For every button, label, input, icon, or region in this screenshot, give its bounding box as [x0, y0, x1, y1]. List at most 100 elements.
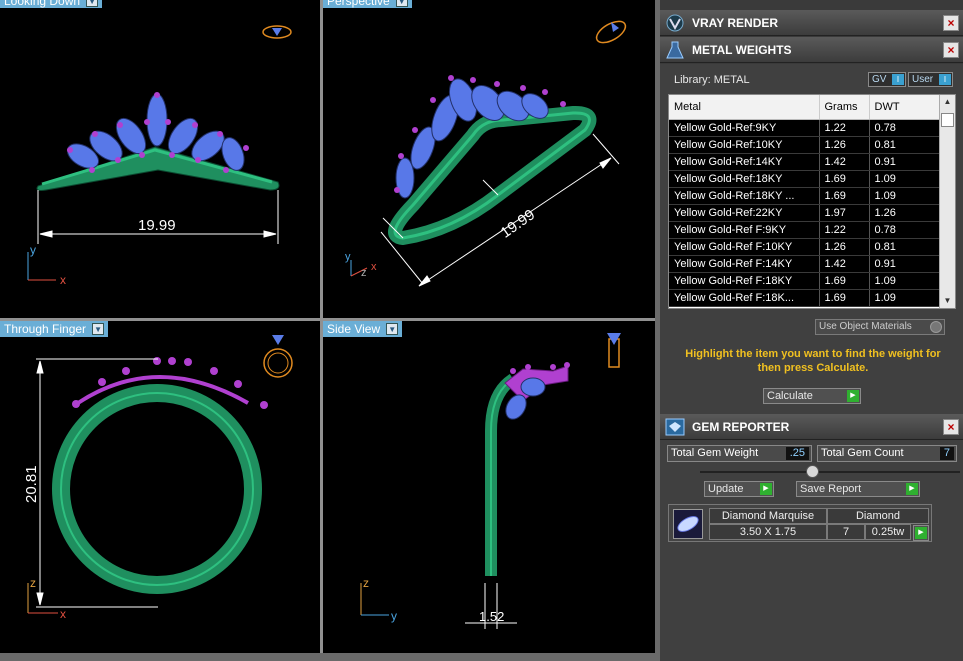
ring-orientation-icon: [595, 20, 627, 44]
axis-label-x: x: [60, 607, 66, 621]
gem-reporter-header[interactable]: GEM REPORTER ×: [660, 414, 963, 440]
ring-perspective-view: 19.99 y z x: [345, 20, 627, 287]
chevron-down-icon[interactable]: ▼: [86, 0, 99, 7]
grams-cell: 1.69: [819, 170, 870, 188]
axis-label-z: z: [361, 267, 367, 279]
metal-name-cell: Yellow Gold-Ref:18KY ...: [669, 187, 820, 205]
table-row[interactable]: Yellow Gold-Ref:22KY 1.97 1.26: [669, 204, 942, 222]
dwt-cell: 0.81: [869, 136, 942, 154]
scroll-up-icon[interactable]: ▲: [940, 95, 955, 109]
grams-cell: 1.26: [819, 136, 870, 154]
green-arrow-icon: ▶: [915, 527, 927, 539]
table-row[interactable]: Yellow Gold-Ref F:10KY 1.26 0.81: [669, 238, 942, 256]
gem-count-label: 7: [827, 524, 865, 540]
radio-icon: [930, 321, 942, 333]
gem-detail-button[interactable]: ▶: [913, 525, 929, 541]
scroll-down-icon[interactable]: ▼: [940, 294, 955, 308]
vray-logo-icon: [666, 14, 684, 32]
metal-name-cell: Yellow Gold-Ref F:10KY: [669, 238, 820, 256]
table-row[interactable]: Yellow Gold-Ref F:14KY 1.42 0.91: [669, 255, 942, 273]
library-label: Library: METAL: [674, 74, 750, 86]
gem-list-item[interactable]: Diamond Marquise Diamond 3.50 X 1.75 7 0…: [668, 504, 932, 542]
grams-cell: 1.26: [819, 238, 870, 256]
viewport-label[interactable]: Perspective ▼: [323, 0, 412, 8]
use-object-materials-checkbox[interactable]: Use Object Materials: [815, 319, 945, 335]
viewport-label[interactable]: Side View ▼: [323, 321, 403, 337]
dimension-width: 19.99: [498, 206, 539, 241]
table-row[interactable]: Yellow Gold-Ref F:18KY 1.69 1.09: [669, 272, 942, 290]
table-scrollbar[interactable]: ▲ ▼: [939, 95, 955, 308]
table-row[interactable]: Yellow Gold-Ref:18KY ... 1.69 1.09: [669, 187, 942, 205]
splitter-handle[interactable]: [806, 465, 819, 478]
metal-name-cell: Yellow Gold-Ref:14KY: [669, 153, 820, 171]
close-icon[interactable]: ×: [943, 42, 959, 58]
column-header-metal[interactable]: Metal: [669, 95, 820, 120]
total-gem-count-field: Total Gem Count 7: [817, 445, 957, 462]
toggle-switch-icon: I: [892, 74, 904, 85]
chevron-down-icon[interactable]: ▼: [395, 0, 408, 7]
viewport-label[interactable]: Through Finger ▼: [0, 321, 109, 337]
chevron-down-icon[interactable]: ▼: [386, 323, 399, 335]
table-row[interactable]: Yellow Gold-Ref:18KY 1.69 1.09: [669, 170, 942, 188]
table-row[interactable]: Yellow Gold-Ref F:9KY 1.22 0.78: [669, 221, 942, 239]
metal-name-cell: Yellow Gold-Ref:18KY: [669, 170, 820, 188]
dimension-width: 19.99: [138, 217, 176, 234]
save-report-button[interactable]: Save Report ▶: [796, 481, 920, 497]
dwt-cell: 0.81: [869, 238, 942, 256]
grams-cell: 1.97: [819, 204, 870, 222]
chevron-down-icon[interactable]: ▼: [92, 323, 105, 335]
dwt-cell: 1.09: [869, 187, 942, 205]
dwt-cell: 0.78: [869, 221, 942, 239]
viewport-through-finger[interactable]: Through Finger ▼ 20.81 z x: [0, 321, 320, 653]
axis-label-y: y: [30, 243, 36, 257]
ring-orientation-icon: [262, 25, 292, 39]
viewport-side-view[interactable]: Side View ▼ 1.52 z y: [323, 321, 655, 653]
axis-label-y: y: [345, 251, 351, 263]
column-header-grams[interactable]: Grams: [819, 95, 870, 120]
update-button[interactable]: Update ▶: [704, 481, 774, 497]
table-row[interactable]: Yellow Gold-Ref:9KY 1.22 0.78: [669, 119, 942, 137]
green-arrow-icon: ▶: [847, 390, 859, 402]
ring-orientation-icon: [263, 335, 293, 378]
axis-label-x: x: [371, 261, 377, 273]
metal-name-cell: Yellow Gold-Ref F:18K...: [669, 289, 820, 307]
diamond-marquise-icon: [673, 509, 703, 539]
gem-report-icon: [665, 418, 685, 436]
grams-cell: 1.42: [819, 153, 870, 171]
metal-name-cell: Yellow Gold-Ref F:9KY: [669, 221, 820, 239]
gem-shape-label: Diamond Marquise: [709, 508, 827, 524]
viewport-border-bottom: [0, 653, 660, 661]
close-icon[interactable]: ×: [943, 419, 959, 435]
user-toggle[interactable]: User I: [908, 72, 953, 87]
close-icon[interactable]: ×: [943, 15, 959, 31]
scroll-thumb[interactable]: [941, 113, 954, 127]
viewport-looking-down[interactable]: Looking Down ▼ 19.99 y x: [0, 0, 320, 318]
grams-cell: 1.42: [819, 255, 870, 273]
total-gem-weight-value: .25: [785, 447, 809, 460]
calculate-button[interactable]: Calculate ▶: [763, 388, 861, 404]
gv-toggle[interactable]: GV I: [868, 72, 906, 87]
viewport-label[interactable]: Looking Down ▼: [0, 0, 103, 8]
dwt-cell: 0.91: [869, 153, 942, 171]
total-gem-count-value: 7: [939, 447, 954, 460]
ring-side-view: 1.52 z y: [360, 333, 621, 629]
table-row[interactable]: Yellow Gold-Ref F:18K... 1.69 1.09: [669, 289, 942, 307]
green-arrow-icon: ▶: [760, 483, 772, 495]
metal-weights-header[interactable]: METAL WEIGHTS ×: [660, 37, 963, 63]
dimension-thickness: 1.52: [479, 609, 504, 624]
viewport-perspective[interactable]: Perspective ▼ 19.99 y z x: [323, 0, 655, 318]
metal-table[interactable]: Metal Grams DWT Yellow Gold-Ref:9KY 1.22 0…: [668, 94, 956, 309]
column-header-dwt[interactable]: DWT: [869, 95, 942, 120]
gem-reporter-body: Total Gem Weight .25 Total Gem Count 7 U…: [660, 440, 963, 661]
dwt-cell: 0.91: [869, 255, 942, 273]
dwt-cell: 0.78: [869, 119, 942, 137]
metal-name-cell: Yellow Gold-Ref F:14KY: [669, 255, 820, 273]
grams-cell: 1.69: [819, 272, 870, 290]
total-gem-weight-field: Total Gem Weight .25: [667, 445, 812, 462]
vray-render-header[interactable]: VRAY RENDER ×: [660, 10, 963, 36]
ring-top-view: 19.99 y x: [27, 25, 292, 287]
grams-cell: 1.22: [819, 119, 870, 137]
table-row[interactable]: Yellow Gold-Ref:14KY 1.42 0.91: [669, 153, 942, 171]
table-row[interactable]: Yellow Gold-Ref:10KY 1.26 0.81: [669, 136, 942, 154]
dimension-height: 20.81: [23, 465, 40, 503]
